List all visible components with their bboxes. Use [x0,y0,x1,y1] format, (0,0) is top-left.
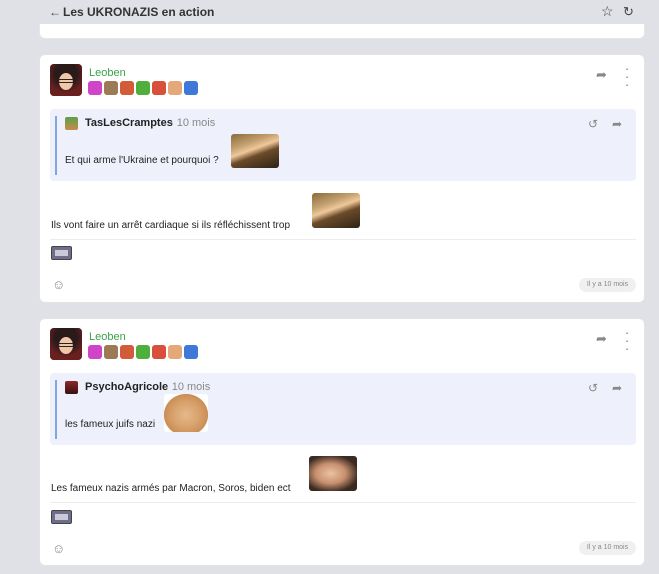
message-text: Les fameux nazis armés par Macron, Soros… [51,483,291,494]
signature-image [51,246,72,260]
more-options-icon[interactable]: · · · [624,326,630,355]
post-timestamp: Il y a 10 mois [579,541,636,555]
quote-date: · 10 mois [165,381,211,393]
badge-icon [104,345,118,359]
badge-list [88,81,198,95]
history-icon[interactable]: ↺ [588,381,598,395]
signature-image [51,510,72,524]
quote-author[interactable]: PsychoAgricole [85,381,168,393]
post-card: Leoben ➦ · · · TasLesCramptes · 10 mois ↺ … [39,54,645,303]
divider [50,502,636,503]
quote-bar [55,116,57,175]
message-text: Ils vont faire un arrêt cardiaque si ils… [51,220,290,231]
star-icon[interactable]: ☆ [601,3,614,20]
post-author[interactable]: Leoben [89,331,126,343]
quote-text: Et qui arme l'Ukraine et pourquoi ? [65,155,219,166]
share-icon[interactable]: ➦ [612,381,622,395]
add-reaction-icon[interactable]: ☺ [52,277,65,292]
badge-icon [152,345,166,359]
badge-icon [152,81,166,95]
topic-header: ← Les UKRONAZIS en action ☆ ↻ [40,0,644,26]
post-author[interactable]: Leoben [89,67,126,79]
quote-author[interactable]: TasLesCramptes [85,117,173,129]
sticker-image [312,193,360,228]
badge-icon [168,81,182,95]
history-icon[interactable]: ↺ [588,117,598,131]
sticker-image [164,394,208,432]
avatar[interactable] [50,328,82,360]
badge-icon [136,345,150,359]
quote-bar [55,380,57,439]
badge-icon [120,81,134,95]
previous-post-card [39,24,645,39]
refresh-icon[interactable]: ↻ [623,4,634,20]
badge-icon [104,81,118,95]
badge-icon [120,345,134,359]
badge-icon [88,345,102,359]
quoted-message: PsychoAgricole · 10 mois ↺ ➦ les fameux … [50,373,636,445]
badge-icon [168,345,182,359]
more-options-icon[interactable]: · · · [624,62,630,91]
post-card: Leoben ➦ · · · PsychoAgricole · 10 mois ↺ … [39,318,645,566]
post-timestamp: Il y a 10 mois [579,278,636,292]
quote-avatar[interactable] [65,117,78,130]
divider [50,239,636,240]
sticker-image [231,134,279,168]
share-icon[interactable]: ➦ [596,331,607,347]
badge-list [88,345,198,359]
quote-date: · 10 mois [170,117,216,129]
arrow-left-icon[interactable]: ← [49,5,61,19]
share-icon[interactable]: ➦ [612,117,622,131]
topic-title: Les UKRONAZIS en action [63,5,215,19]
share-icon[interactable]: ➦ [596,67,607,83]
avatar[interactable] [50,64,82,96]
quoted-message: TasLesCramptes · 10 mois ↺ ➦ Et qui arme… [50,109,636,181]
sticker-image [309,456,357,491]
badge-icon [184,81,198,95]
badge-icon [184,345,198,359]
add-reaction-icon[interactable]: ☺ [52,541,65,556]
badge-icon [88,81,102,95]
quote-avatar[interactable] [65,381,78,394]
badge-icon [136,81,150,95]
quote-text: les fameux juifs nazi [65,419,156,430]
